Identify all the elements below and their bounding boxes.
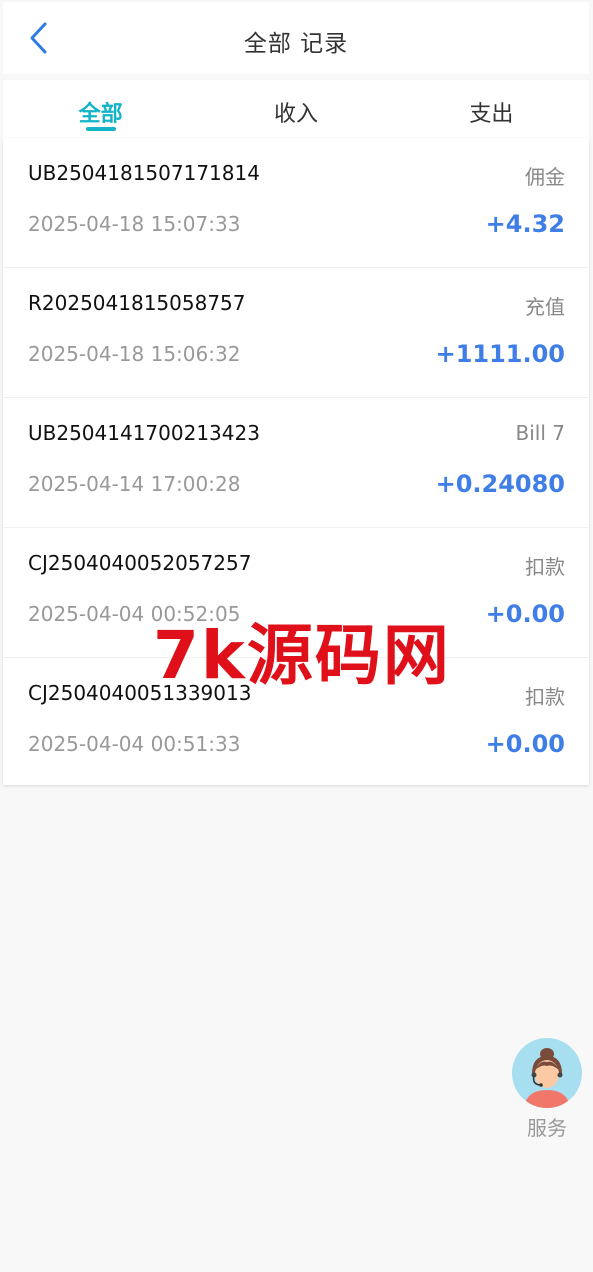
record-time: 2025-04-04 00:51:33 <box>28 732 241 756</box>
record-amount: +1111.00 <box>435 340 565 368</box>
record-amount: +4.32 <box>485 210 565 238</box>
record-time: 2025-04-14 17:00:28 <box>28 472 241 496</box>
record-time: 2025-04-18 15:06:32 <box>28 342 241 366</box>
customer-service-button[interactable]: 服务 <box>511 1038 583 1141</box>
watermark: 7k源码网 <box>153 617 451 694</box>
page-title: 全部 记录 <box>243 31 349 57</box>
record-type: 扣款 <box>525 555 565 579</box>
record-type: 充值 <box>525 295 565 319</box>
record-row[interactable]: UB2504181507171814 佣金 2025-04-18 15:07:3… <box>3 138 589 268</box>
record-time: 2025-04-18 15:07:33 <box>28 212 241 236</box>
header: 全部 记录 <box>3 2 589 74</box>
record-row[interactable]: R2025041815058757 充值 2025-04-18 15:06:32… <box>3 268 589 398</box>
tab-bar: 全部 收入 支出 <box>3 80 589 138</box>
record-id: UB2504181507171814 <box>28 161 260 185</box>
tab-all[interactable]: 全部 <box>3 80 198 138</box>
tab-label: 全部 <box>78 102 123 127</box>
record-row[interactable]: UB2504141700213423 Bill 7 2025-04-14 17:… <box>3 398 589 528</box>
record-amount: +0.24080 <box>435 470 565 498</box>
record-type: 佣金 <box>525 165 565 189</box>
tab-income[interactable]: 收入 <box>198 80 393 138</box>
tab-expense[interactable]: 支出 <box>394 80 589 138</box>
tab-label: 收入 <box>273 102 318 127</box>
record-amount: +0.00 <box>485 730 565 758</box>
tab-label: 支出 <box>469 102 514 127</box>
record-id: CJ2504040052057257 <box>28 551 252 575</box>
record-type: Bill 7 <box>515 421 565 445</box>
record-type: 扣款 <box>525 685 565 709</box>
record-amount: +0.00 <box>485 600 565 628</box>
app-frame: 全部 记录 全部 收入 支出 UB2504181507171814 佣金 202… <box>3 2 589 1270</box>
record-id: UB2504141700213423 <box>28 421 260 445</box>
active-tab-indicator <box>85 127 116 131</box>
customer-service-avatar-icon <box>512 1038 582 1108</box>
customer-service-label: 服务 <box>527 1116 567 1140</box>
record-id: R2025041815058757 <box>28 291 246 315</box>
